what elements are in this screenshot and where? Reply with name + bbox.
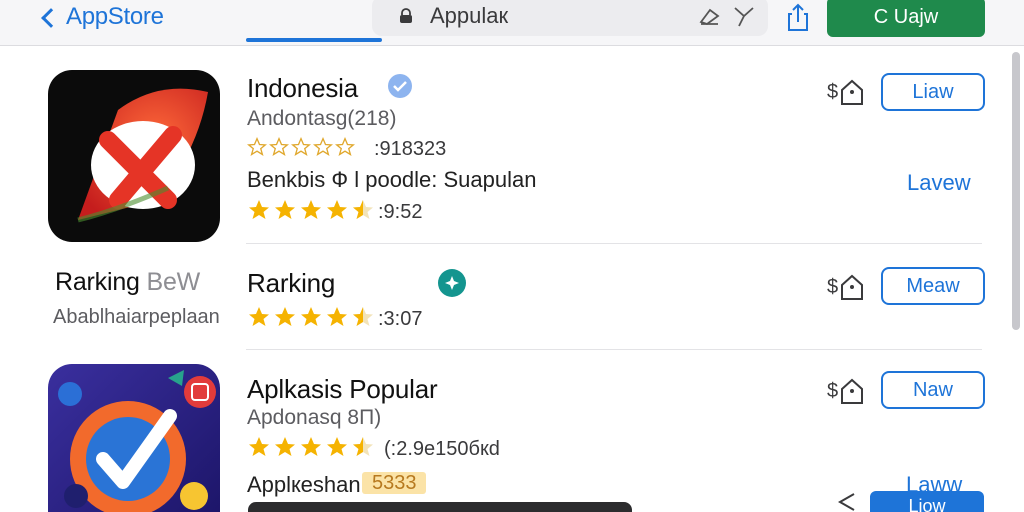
star-filled-icon (327, 307, 347, 326)
view-link[interactable]: Lavew (907, 170, 971, 196)
rating-count: :918323 (374, 138, 447, 160)
star-outline-icon (269, 137, 289, 156)
star-filled-icon (275, 307, 295, 326)
check-logo-icon (58, 370, 216, 512)
lock-icon (400, 8, 412, 23)
get-app-button[interactable]: C Uajw (827, 0, 985, 37)
rating-stars (247, 435, 375, 459)
back-label: AppStore (66, 3, 164, 30)
svg-text:$: $ (827, 81, 838, 103)
verified-badge-icon (388, 74, 412, 98)
rating-value: (:2.9e150бкd (384, 438, 500, 460)
svg-text:$: $ (827, 380, 838, 402)
ranking-label-text: Rarking (55, 268, 140, 296)
search-input[interactable] (430, 2, 690, 30)
scrollbar[interactable] (1012, 52, 1020, 330)
highlight-text: 5333 (372, 472, 417, 494)
app-icon-aplkasis[interactable] (48, 364, 220, 512)
star-filled-icon (301, 200, 321, 219)
active-tab-indicator (246, 38, 382, 42)
star-filled-icon (301, 437, 321, 456)
search-bar[interactable] (372, 0, 768, 36)
svg-text:$: $ (827, 276, 838, 298)
star-filled-icon (301, 307, 321, 326)
star-half-icon (353, 200, 373, 219)
star-outline-icon (247, 137, 267, 156)
open-button[interactable]: Liow (870, 491, 984, 512)
highlight-mark: 5333 (362, 472, 426, 494)
rating-value: :3:07 (378, 308, 423, 330)
app-action-button[interactable]: Liaw (881, 73, 985, 111)
price-tag-icon: $ (827, 274, 863, 300)
star-half-icon (353, 307, 373, 326)
star-outline-icon (335, 137, 355, 156)
ranking-suffix: BeW (146, 268, 201, 296)
top-navigation-bar: AppStore C Uajw (0, 0, 1024, 46)
app-title[interactable]: Indonesia (247, 73, 358, 104)
ranking-label: Rarking BeW (55, 268, 200, 297)
star-filled-icon (275, 437, 295, 456)
draw-icon[interactable] (698, 4, 722, 28)
star-filled-icon (275, 200, 295, 219)
price-tag-icon: $ (827, 79, 863, 105)
star-filled-icon (249, 437, 269, 456)
app-subtitle: Andontasg(218) (247, 107, 397, 130)
rating-stars (247, 305, 375, 329)
star-filled-icon (249, 307, 269, 326)
app-description: Benkbis Ф l poodle: Suapulan (247, 167, 537, 192)
app-description: Applкeshan (247, 472, 361, 497)
rating-stars (247, 198, 375, 222)
bottom-toolbar (248, 502, 632, 512)
navigate-icon[interactable] (732, 4, 756, 28)
star-half-icon (353, 437, 373, 456)
share-icon[interactable] (786, 2, 810, 32)
app-icon-indonesia[interactable] (48, 70, 220, 242)
row-divider (246, 243, 982, 244)
star-filled-icon (249, 200, 269, 219)
teal-badge-icon (438, 269, 466, 297)
app-action-button[interactable]: Naw (881, 371, 985, 409)
ranking-subtitle: Abablhaiarpeplaan (53, 306, 220, 328)
red-cross-logo-icon (77, 88, 208, 223)
share-arrow-icon[interactable] (836, 492, 858, 512)
star-filled-icon (327, 200, 347, 219)
app-action-button[interactable]: Meaw (881, 267, 985, 305)
price-tag-icon: $ (827, 378, 863, 404)
app-subtitle: Apdonasq 8П) (247, 406, 382, 429)
app-title[interactable]: Aplkasis Popular (247, 374, 438, 405)
app-title[interactable]: Rarking (247, 268, 335, 299)
chevron-left-icon (41, 7, 61, 28)
star-filled-icon (327, 437, 347, 456)
spark-icon (445, 276, 459, 290)
rating-stars-small (247, 137, 355, 157)
row-divider (246, 349, 982, 350)
back-button[interactable]: AppStore (41, 3, 164, 31)
star-outline-icon (291, 137, 311, 156)
star-outline-icon (313, 137, 333, 156)
rating-value: :9:52 (378, 201, 423, 223)
